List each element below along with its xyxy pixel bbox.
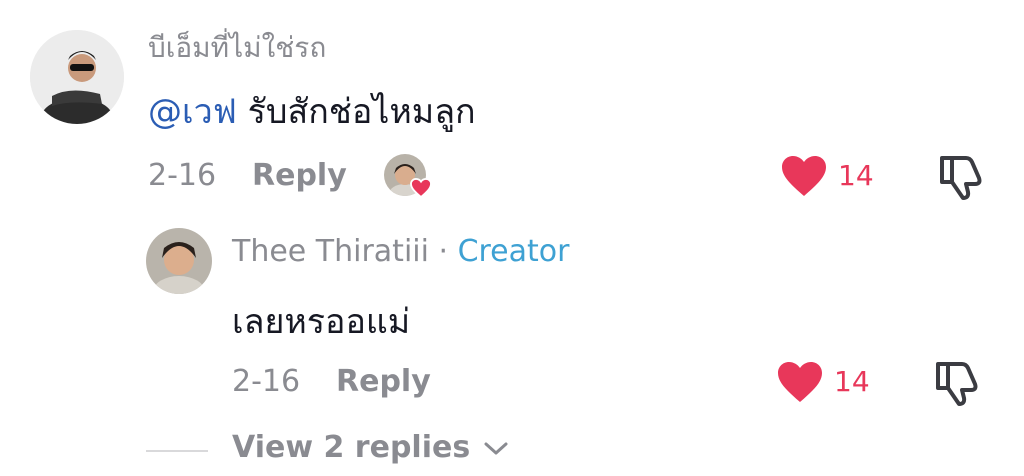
reply-username[interactable]: Thee Thiratiii [232,234,429,269]
comment-body: รับสักช่อไหมลูก [236,92,476,132]
mention-link[interactable]: @เวฟ [148,92,237,132]
heart-icon [782,156,826,196]
commenter-username[interactable]: บีเอ็มที่ไม่ใช่รถ [148,26,326,70]
creator-liked-badge [384,154,432,198]
heart-icon [410,178,432,198]
reply-button[interactable]: Reply [252,158,347,193]
reply-dislike-button[interactable] [932,360,982,406]
reply-reply-button[interactable]: Reply [336,364,431,399]
commenter-avatar[interactable] [30,30,124,124]
reply-avatar[interactable] [146,228,212,294]
chevron-down-icon [484,442,508,454]
comment-text: @เวฟ รับสักช่อไหมลูก [148,84,476,138]
comment-date: 2-16 [148,158,217,193]
reply-date: 2-16 [232,364,301,399]
reply-text: เลยหรออแม่ [232,302,411,342]
like-button[interactable] [780,154,828,198]
creator-badge: Creator [457,234,570,269]
replies-divider [146,450,208,452]
view-replies-button[interactable]: View 2 replies [232,430,509,465]
dislike-button[interactable] [936,154,986,200]
reply-username-line: Thee Thiratiii · Creator [232,234,569,269]
reply-like-button[interactable] [776,360,824,404]
reply-like-count: 14 [834,365,870,398]
username-separator: · [428,234,458,269]
heart-icon [778,362,822,402]
view-replies-label: View 2 replies [232,430,471,465]
thumbs-down-icon [936,362,978,406]
thumbs-down-icon [940,156,982,200]
like-count: 14 [838,159,874,192]
